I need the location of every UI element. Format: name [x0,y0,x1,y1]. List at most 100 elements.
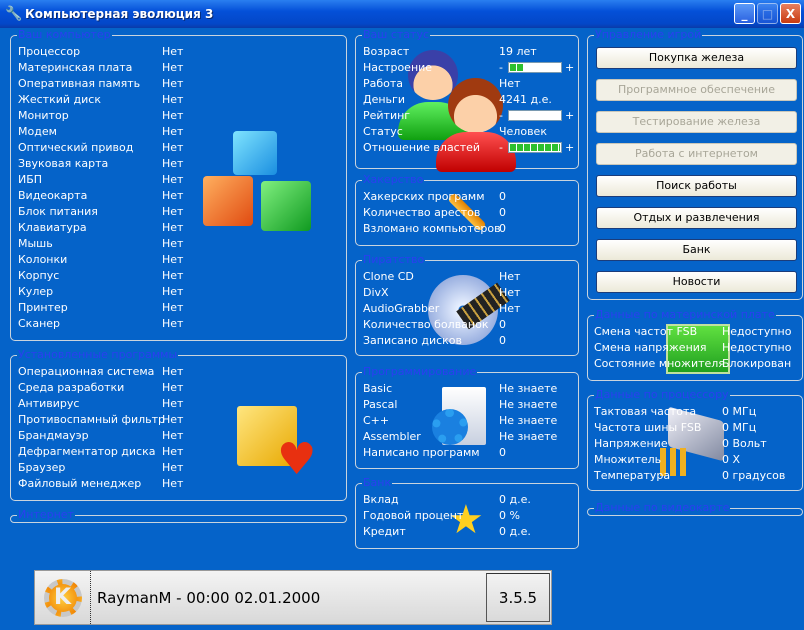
status-label: Статус [363,125,403,138]
group-title: Ваш статус [362,28,431,42]
list-item: Жесткий диск Нет [18,92,338,108]
item-value: Нет [162,77,184,90]
item-value: Нет [162,413,184,426]
wrench-icon: 🔧 [5,6,23,22]
list-item: Операционная система Нет [18,364,338,380]
control-button[interactable]: Банк [596,239,797,261]
authority-plus[interactable]: + [565,140,574,156]
computer-group: Ваш компьютер Процессор Нет Материнская пл… [10,28,347,341]
control-button[interactable]: Новости [596,271,797,293]
item-value: 0 [499,318,506,331]
item-value: 0 д.е. [499,493,531,506]
title-bar[interactable]: 🔧 Компьютерная эволюция 3 _ □ X [0,0,804,28]
item-label: Звуковая карта [18,157,109,170]
programming-group: Программирование Basic Не знаете Pascal Не … [355,365,579,469]
item-value: Нет [162,269,184,282]
age-value: 19 лет [499,45,537,58]
item-label: Брандмауэр [18,429,89,442]
video-group[interactable]: Данные по видеокарте [587,501,803,516]
rating-label: Рейтинг [363,109,411,122]
list-item: Колонки Нет [18,252,338,268]
maximize-button[interactable]: □ [757,3,778,24]
group-title: Установленные программы [17,348,179,362]
item-label: Монитор [18,109,69,122]
control-group: Управление игрой Покупка железа Программн… [587,28,803,300]
minimize-button[interactable]: _ [734,3,755,24]
item-label: Количество арестов [363,206,481,219]
item-value: Не знаете [499,382,558,395]
item-value: 0 Вольт [722,437,767,450]
item-label: DivX [363,286,389,299]
list-item: Оптический привод Нет [18,140,338,156]
item-value: 0 градусов [722,469,786,482]
rating-plus[interactable]: + [565,108,574,124]
item-value: 0 [499,190,506,203]
item-value: 0 [499,334,506,347]
item-label: AudioGrabber [363,302,440,315]
group-title: Банк [362,476,393,490]
close-button[interactable]: X [780,3,801,24]
item-value: Нет [162,125,184,138]
item-label: Корпус [18,269,60,282]
group-title: Программирование [362,365,478,379]
list-item: Противоспамный фильтр Нет [18,412,338,428]
control-button[interactable]: Поиск работы [596,175,797,197]
hacking-group: Хакерство Хакерских программ 0 Количество … [355,173,579,246]
list-item: Кулер Нет [18,284,338,300]
item-label: Мышь [18,237,53,250]
list-item: Смена напряжения Недоступно [594,340,804,356]
item-value: Нет [162,365,184,378]
list-item: Браузер Нет [18,460,338,476]
item-value: Нет [162,45,184,58]
list-item: Принтер Нет [18,300,338,316]
list-item: Файловый менеджер Нет [18,476,338,492]
authority-bar [508,142,562,153]
item-label: Годовой процент [363,509,464,522]
item-label: C++ [363,414,390,427]
rating-bar [508,110,562,121]
item-value: Нет [499,286,521,299]
control-button[interactable]: Отдых и развлечения [596,207,797,229]
bank-group: Банк ★ Вклад 0 д.е. Годовой процент 0 % Кред… [355,476,579,549]
item-label: Вклад [363,493,399,506]
window-title: Компьютерная эволюция 3 [25,7,214,21]
piracy-group: Пиратство Clone CD Нет DivX Нет AudioGrabber… [355,253,579,356]
control-button[interactable]: Покупка железа [596,47,797,69]
list-item: Материнская плата Нет [18,60,338,76]
item-value: Нет [162,397,184,410]
list-item: Мышь Нет [18,236,338,252]
item-label: Оптический привод [18,141,134,154]
list-item: Монитор Нет [18,108,338,124]
item-label: Модем [18,125,57,138]
item-value: Блокирован [722,357,792,370]
mood-plus[interactable]: + [565,60,574,76]
internet-group[interactable]: Интернет [10,508,347,523]
item-label: Видеокарта [18,189,88,202]
item-label: Среда разработки [18,381,125,394]
control-button[interactable]: Программное обеспечение [596,79,797,101]
item-label: Кулер [18,285,54,298]
item-value: Нет [162,461,184,474]
control-button[interactable]: Тестирование железа [596,111,797,133]
authority-minus[interactable]: - [499,140,503,156]
item-label: Файловый менеджер [18,477,142,490]
item-value: 0 % [499,509,520,522]
item-label: Частота шины FSB [594,421,702,434]
kde-logo-icon[interactable]: K [35,571,91,624]
money-value: 4241 д.е. [499,93,552,106]
item-label: Напряжение [594,437,668,450]
status-group: Ваш статус Возраст 19 лет Настроение - + … [355,28,579,172]
list-item: Модем Нет [18,124,338,140]
rating-minus[interactable]: - [499,108,503,124]
control-button[interactable]: Работа с интернетом [596,143,797,165]
mood-minus[interactable]: - [499,60,503,76]
item-label: Написано программ [363,446,480,459]
item-label: Операционная система [18,365,155,378]
programs-group: Установленные программы ♥ Операционная с… [10,348,347,501]
item-value: Нет [162,173,184,186]
list-item: Тактовая частота 0 МГц [594,404,804,420]
item-label: Колонки [18,253,68,266]
motherboard-group: Данные по материнской плате Смена частот… [587,308,804,381]
version: 3.5.5 [498,588,538,607]
item-label: Жесткий диск [18,93,101,106]
